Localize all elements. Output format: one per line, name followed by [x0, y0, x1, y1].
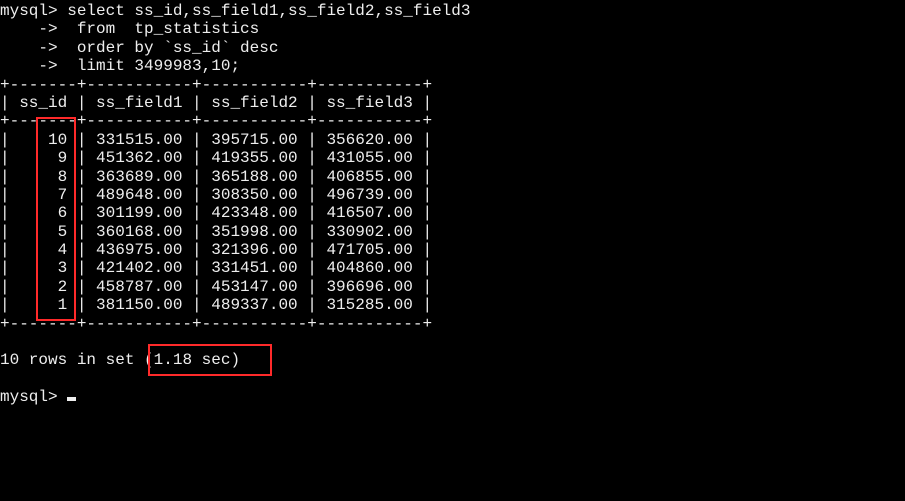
continuation-arrow: -> [0, 20, 58, 38]
table-row: | 10 | 331515.00 | 395715.00 | 356620.00… [0, 131, 432, 149]
prompt: mysql> [0, 2, 58, 20]
table-row: | 5 | 360168.00 | 351998.00 | 330902.00 … [0, 223, 432, 241]
table-row: | 7 | 489648.00 | 308350.00 | 496739.00 … [0, 186, 432, 204]
table-row: | 8 | 363689.00 | 365188.00 | 406855.00 … [0, 168, 432, 186]
prompt: mysql> [0, 388, 58, 406]
table-border: +-------+-----------+-----------+-------… [0, 76, 432, 94]
table-row: | 1 | 381150.00 | 489337.00 | 315285.00 … [0, 296, 432, 314]
cursor-icon[interactable] [67, 397, 76, 401]
continuation-arrow: -> [0, 39, 58, 57]
query-line-1: select ss_id,ss_field1,ss_field2,ss_fiel… [58, 2, 471, 20]
table-row: | 2 | 458787.00 | 453147.00 | 396696.00 … [0, 278, 432, 296]
table-header: | ss_id | ss_field1 | ss_field2 | ss_fie… [0, 94, 432, 112]
query-line-4: limit 3499983,10; [58, 57, 240, 75]
table-row: | 6 | 301199.00 | 423348.00 | 416507.00 … [0, 204, 432, 222]
table-row: | 3 | 421402.00 | 331451.00 | 404860.00 … [0, 259, 432, 277]
table-row: | 4 | 436975.00 | 321396.00 | 471705.00 … [0, 241, 432, 259]
table-row: | 9 | 451362.00 | 419355.00 | 431055.00 … [0, 149, 432, 167]
rows-summary-prefix: 10 rows in set [0, 351, 144, 369]
table-border: +-------+-----------+-----------+-------… [0, 112, 432, 130]
continuation-arrow: -> [0, 57, 58, 75]
query-line-2: from tp_statistics [58, 20, 260, 38]
table-border: +-------+-----------+-----------+-------… [0, 315, 432, 333]
rows-summary-time: (1.18 sec) [144, 351, 240, 369]
query-line-3: order by `ss_id` desc [58, 39, 279, 57]
terminal-output: mysql> select ss_id,ss_field1,ss_field2,… [0, 0, 905, 407]
